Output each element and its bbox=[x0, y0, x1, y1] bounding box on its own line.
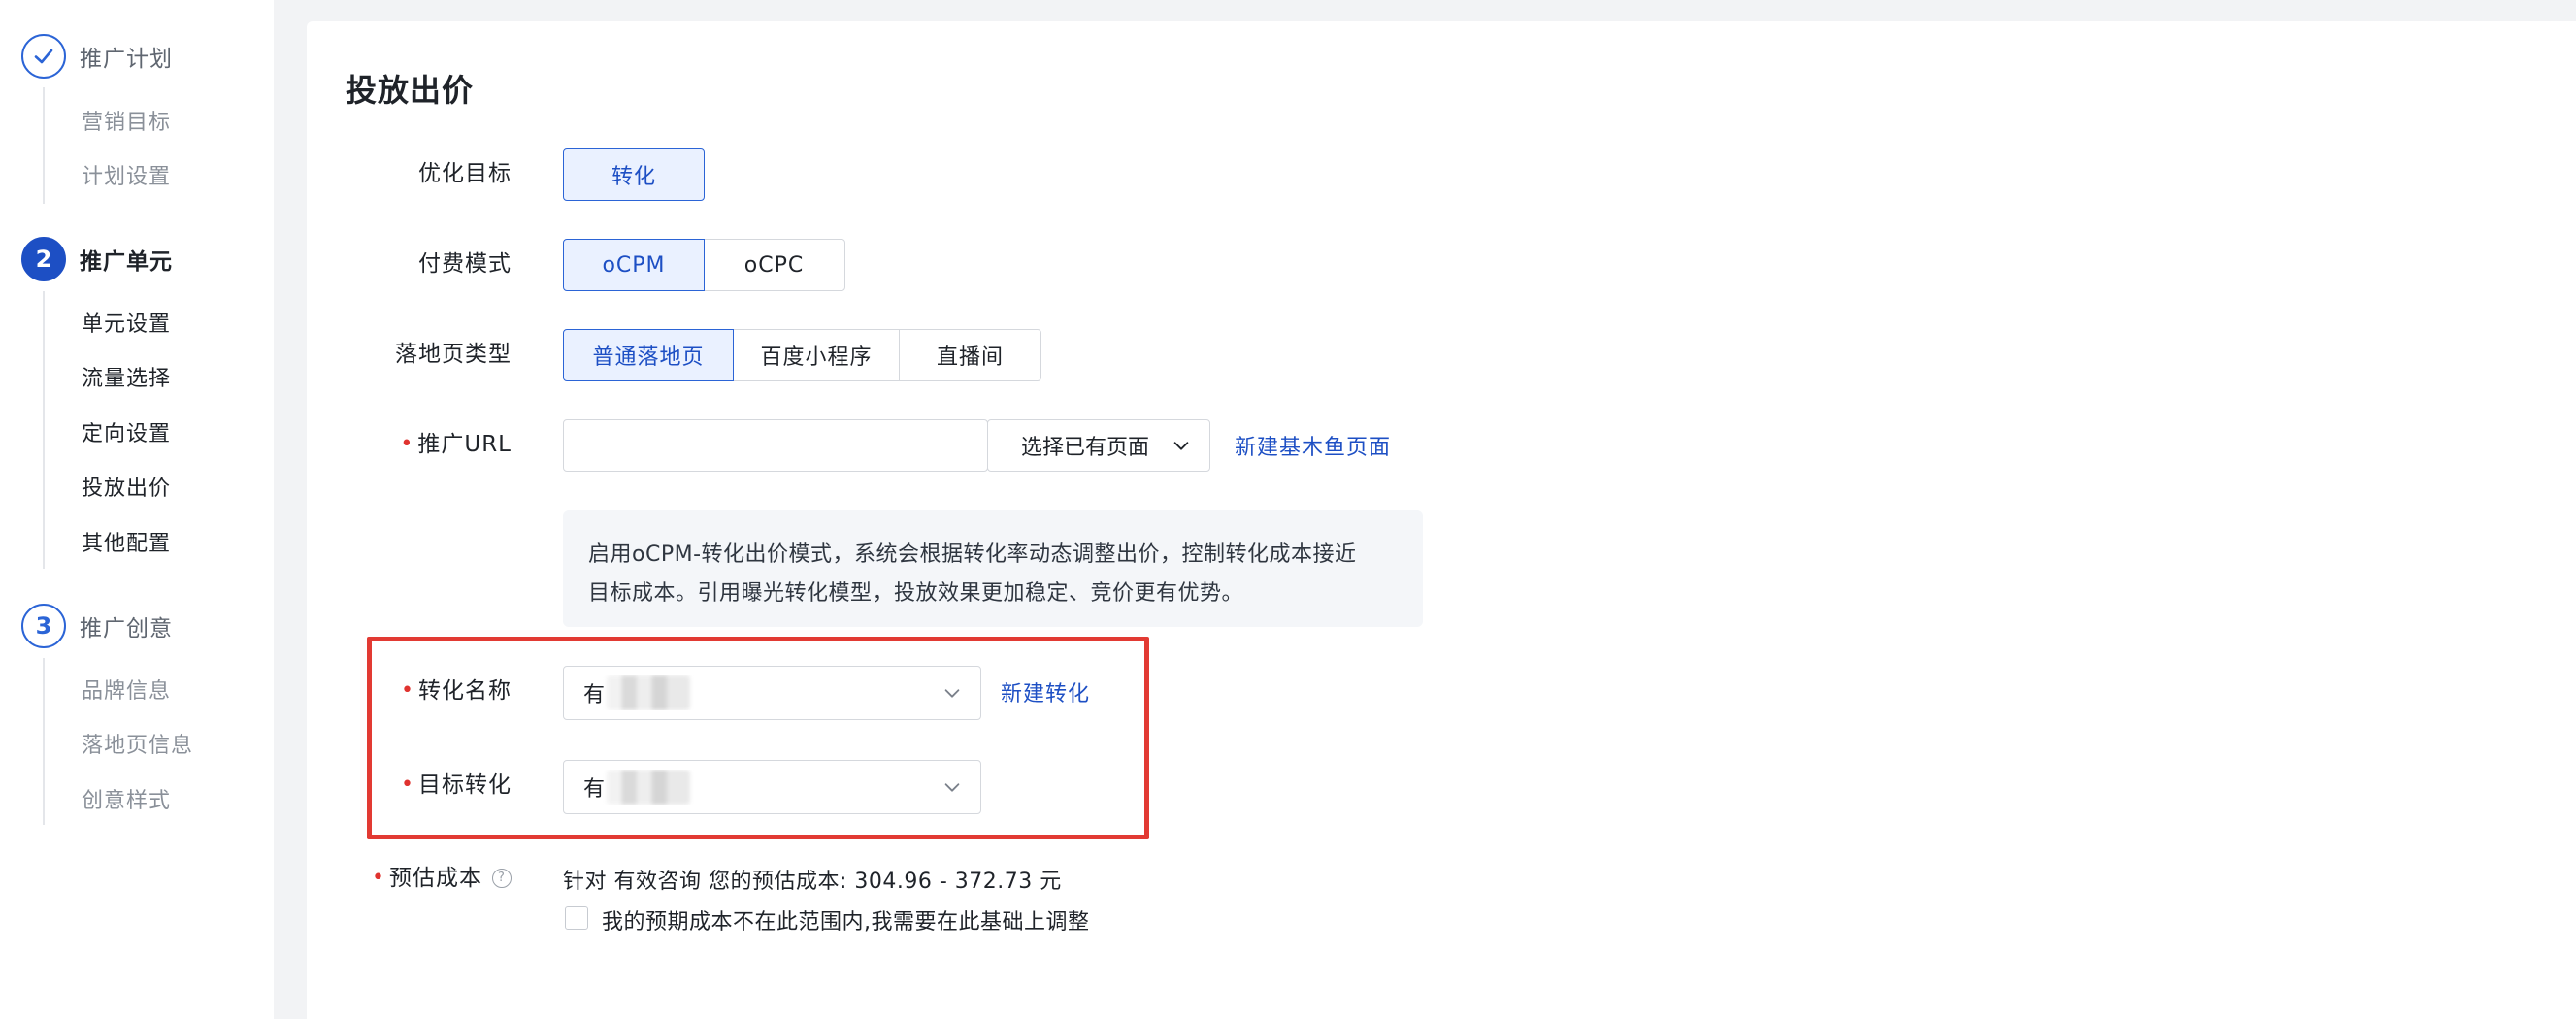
new-conversion-link[interactable]: 新建转化 bbox=[1001, 676, 1090, 707]
optimize-goal-group: 转化 bbox=[563, 148, 705, 201]
tip-line-2: 目标成本。引用曝光转化模型，投放效果更加稳定、竞价更有优势。 bbox=[588, 581, 1244, 606]
optimize-goal-label: 优化目标 bbox=[418, 161, 512, 186]
step-promo-creative[interactable]: 3 推广创意 bbox=[21, 602, 173, 650]
promo-url-label: • 推广URL bbox=[400, 432, 512, 457]
step-number: 2 bbox=[21, 237, 66, 281]
step-connector bbox=[43, 291, 45, 569]
step-connector bbox=[43, 87, 45, 204]
chevron-down-icon bbox=[944, 689, 960, 698]
pay-mode-label: 付费模式 bbox=[418, 251, 512, 277]
step-connector bbox=[43, 658, 45, 825]
sidebar-item-traffic[interactable]: 流量选择 bbox=[82, 365, 171, 394]
optimize-goal-option-conversion[interactable]: 转化 bbox=[563, 148, 705, 201]
step-title: 推广单元 bbox=[80, 249, 173, 275]
sidebar-item-landing-info[interactable]: 落地页信息 bbox=[82, 732, 193, 761]
landing-type-option-live[interactable]: 直播间 bbox=[899, 329, 1041, 381]
conversion-name-select[interactable]: 有 bbox=[563, 666, 981, 720]
step-promo-plan[interactable]: 推广计划 bbox=[21, 32, 173, 81]
step-number: 3 bbox=[21, 604, 66, 648]
page-title: 投放出价 bbox=[346, 72, 475, 109]
step-promo-unit[interactable]: 2 推广单元 bbox=[21, 235, 173, 283]
target-conversion-value: 有 bbox=[583, 777, 606, 802]
existing-page-select-label: 选择已有页面 bbox=[1021, 436, 1150, 460]
landing-type-group: 普通落地页 百度小程序 直播间 bbox=[563, 329, 1041, 381]
check-icon bbox=[21, 34, 66, 79]
ocpm-tip-box: 启用oCPM-转化出价模式，系统会根据转化率动态调整出价，控制转化成本接近 目标… bbox=[563, 510, 1423, 627]
target-conversion-label: • 目标转化 bbox=[401, 772, 512, 798]
conversion-name-label: • 转化名称 bbox=[401, 678, 512, 704]
sidebar-item-other-config[interactable]: 其他配置 bbox=[82, 530, 171, 559]
tip-line-1: 启用oCPM-转化出价模式，系统会根据转化率动态调整出价，控制转化成本接近 bbox=[588, 542, 1357, 567]
sidebar-item-bidding[interactable]: 投放出价 bbox=[82, 475, 171, 504]
chevron-down-icon bbox=[944, 783, 960, 792]
question-icon[interactable]: ? bbox=[492, 869, 512, 888]
promo-url-input[interactable] bbox=[563, 419, 988, 472]
pay-mode-option-ocpm[interactable]: oCPM bbox=[563, 239, 705, 291]
conversion-name-value: 有 bbox=[583, 683, 606, 707]
adjust-cost-checkbox[interactable] bbox=[565, 906, 588, 930]
chevron-down-icon bbox=[1173, 442, 1189, 450]
landing-type-option-mini-program[interactable]: 百度小程序 bbox=[732, 329, 901, 381]
landing-type-label: 落地页类型 bbox=[395, 342, 512, 367]
new-jimuyu-page-link[interactable]: 新建基木鱼页面 bbox=[1235, 430, 1391, 461]
sidebar-item-targeting[interactable]: 定向设置 bbox=[82, 420, 171, 449]
sidebar-item-creative-style[interactable]: 创意样式 bbox=[82, 787, 171, 816]
existing-page-select[interactable]: 选择已有页面 bbox=[987, 419, 1210, 472]
sidebar-item-plan-settings[interactable]: 计划设置 bbox=[82, 163, 171, 192]
estimated-cost-text: 针对 有效咨询 您的预估成本: 304.96 - 372.73 元 bbox=[563, 870, 1062, 894]
target-conversion-select[interactable]: 有 bbox=[563, 760, 981, 814]
pay-mode-group: oCPM oCPC bbox=[563, 239, 845, 291]
blurred-text bbox=[607, 770, 691, 805]
estimated-cost-label: • 预估成本 ? bbox=[372, 864, 512, 893]
landing-type-option-normal[interactable]: 普通落地页 bbox=[563, 329, 734, 381]
sidebar-item-brand-info[interactable]: 品牌信息 bbox=[82, 677, 171, 707]
blurred-text bbox=[607, 675, 691, 710]
sidebar: 推广计划 营销目标 计划设置 2 推广单元 单元设置 流量选择 定向设置 投放出… bbox=[0, 0, 274, 1019]
adjust-cost-checkbox-label[interactable]: 我的预期成本不在此范围内,我需要在此基础上调整 bbox=[602, 904, 1090, 936]
required-mark: • bbox=[400, 432, 414, 456]
sidebar-item-marketing-goal[interactable]: 营销目标 bbox=[82, 109, 171, 138]
pay-mode-option-ocpc[interactable]: oCPC bbox=[703, 239, 845, 291]
step-title: 推广创意 bbox=[80, 616, 173, 641]
required-mark: • bbox=[372, 866, 385, 890]
step-title: 推广计划 bbox=[80, 47, 173, 72]
sidebar-item-unit-settings[interactable]: 单元设置 bbox=[82, 311, 171, 340]
required-mark: • bbox=[401, 772, 414, 797]
required-mark: • bbox=[401, 678, 414, 703]
